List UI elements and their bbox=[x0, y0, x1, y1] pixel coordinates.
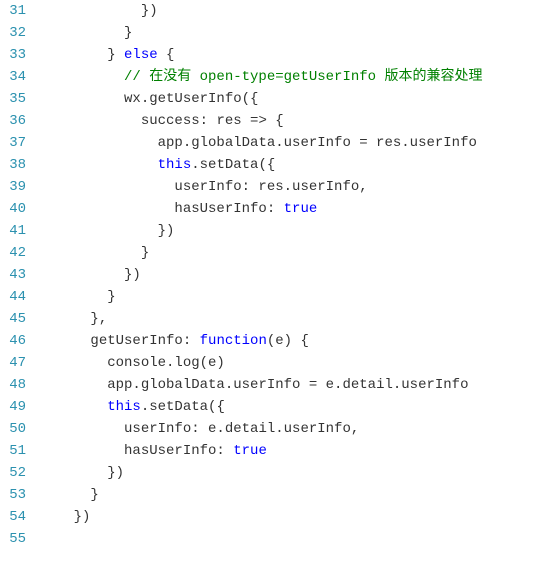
code-token: true bbox=[233, 443, 267, 459]
code-token: app.globalData.userInfo = res.userInfo bbox=[158, 135, 477, 151]
line-number: 53 bbox=[6, 484, 26, 506]
line-number: 41 bbox=[6, 220, 26, 242]
code-token: true bbox=[284, 201, 318, 217]
code-token: }) bbox=[141, 3, 158, 19]
code-token: }) bbox=[107, 465, 124, 481]
line-number-gutter: 3132333435363738394041424344454647484950… bbox=[0, 0, 36, 550]
code-token: }) bbox=[124, 267, 141, 283]
line-number: 43 bbox=[6, 264, 26, 286]
code-token: } bbox=[107, 289, 115, 305]
code-line[interactable]: } bbox=[40, 242, 557, 264]
code-token: success: res => { bbox=[141, 113, 284, 129]
code-line[interactable]: wx.getUserInfo({ bbox=[40, 88, 557, 110]
line-number: 37 bbox=[6, 132, 26, 154]
code-line[interactable]: userInfo: e.detail.userInfo, bbox=[40, 418, 557, 440]
code-area[interactable]: }) } } else { // 在没有 open-type=getUserIn… bbox=[36, 0, 557, 550]
code-line[interactable]: }) bbox=[40, 0, 557, 22]
code-line[interactable]: success: res => { bbox=[40, 110, 557, 132]
line-number: 38 bbox=[6, 154, 26, 176]
line-number: 39 bbox=[6, 176, 26, 198]
code-token: } bbox=[107, 47, 124, 63]
code-token: console.log(e) bbox=[107, 355, 225, 371]
line-number: 42 bbox=[6, 242, 26, 264]
line-number: 32 bbox=[6, 22, 26, 44]
line-number: 33 bbox=[6, 44, 26, 66]
line-number: 31 bbox=[6, 0, 26, 22]
code-line[interactable]: hasUserInfo: true bbox=[40, 440, 557, 462]
code-token: }, bbox=[90, 311, 107, 327]
code-line[interactable]: console.log(e) bbox=[40, 352, 557, 374]
code-token: userInfo: e.detail.userInfo, bbox=[124, 421, 359, 437]
line-number: 34 bbox=[6, 66, 26, 88]
line-number: 45 bbox=[6, 308, 26, 330]
code-line[interactable]: this.setData({ bbox=[40, 396, 557, 418]
code-token: .setData({ bbox=[191, 157, 275, 173]
code-token: getUserInfo: bbox=[90, 333, 199, 349]
line-number: 48 bbox=[6, 374, 26, 396]
code-line[interactable]: hasUserInfo: true bbox=[40, 198, 557, 220]
code-line[interactable]: }) bbox=[40, 264, 557, 286]
code-line[interactable]: }) bbox=[40, 462, 557, 484]
code-token: }) bbox=[74, 509, 91, 525]
code-token: userInfo: res.userInfo, bbox=[174, 179, 367, 195]
code-line[interactable]: } bbox=[40, 286, 557, 308]
code-line[interactable]: getUserInfo: function(e) { bbox=[40, 330, 557, 352]
code-line[interactable]: } bbox=[40, 22, 557, 44]
line-number: 52 bbox=[6, 462, 26, 484]
code-token: { bbox=[158, 47, 175, 63]
code-token: // 在没有 open-type=getUserInfo 版本的兼容处理 bbox=[124, 69, 482, 85]
code-line[interactable]: }) bbox=[40, 506, 557, 528]
code-token: hasUserInfo: bbox=[124, 443, 233, 459]
line-number: 40 bbox=[6, 198, 26, 220]
line-number: 44 bbox=[6, 286, 26, 308]
line-number: 35 bbox=[6, 88, 26, 110]
code-line[interactable] bbox=[40, 528, 557, 550]
line-number: 54 bbox=[6, 506, 26, 528]
code-line[interactable]: }, bbox=[40, 308, 557, 330]
line-number: 47 bbox=[6, 352, 26, 374]
code-token: wx.getUserInfo({ bbox=[124, 91, 258, 107]
code-line[interactable]: app.globalData.userInfo = res.userInfo bbox=[40, 132, 557, 154]
code-token: function bbox=[200, 333, 267, 349]
code-line[interactable]: app.globalData.userInfo = e.detail.userI… bbox=[40, 374, 557, 396]
line-number: 36 bbox=[6, 110, 26, 132]
code-line[interactable]: // 在没有 open-type=getUserInfo 版本的兼容处理 bbox=[40, 66, 557, 88]
code-token: this bbox=[158, 157, 192, 173]
code-line[interactable]: }) bbox=[40, 220, 557, 242]
line-number: 50 bbox=[6, 418, 26, 440]
line-number: 55 bbox=[6, 528, 26, 550]
code-token: (e) { bbox=[267, 333, 309, 349]
code-line[interactable]: userInfo: res.userInfo, bbox=[40, 176, 557, 198]
line-number: 49 bbox=[6, 396, 26, 418]
code-line[interactable]: } bbox=[40, 484, 557, 506]
code-token: app.globalData.userInfo = e.detail.userI… bbox=[107, 377, 468, 393]
code-token: } bbox=[90, 487, 98, 503]
code-token: this bbox=[107, 399, 141, 415]
code-token: } bbox=[124, 25, 132, 41]
code-token: hasUserInfo: bbox=[174, 201, 283, 217]
code-line[interactable]: } else { bbox=[40, 44, 557, 66]
code-token: } bbox=[141, 245, 149, 261]
code-token: .setData({ bbox=[141, 399, 225, 415]
line-number: 51 bbox=[6, 440, 26, 462]
code-token: }) bbox=[158, 223, 175, 239]
code-token: else bbox=[124, 47, 158, 63]
line-number: 46 bbox=[6, 330, 26, 352]
code-line[interactable]: this.setData({ bbox=[40, 154, 557, 176]
